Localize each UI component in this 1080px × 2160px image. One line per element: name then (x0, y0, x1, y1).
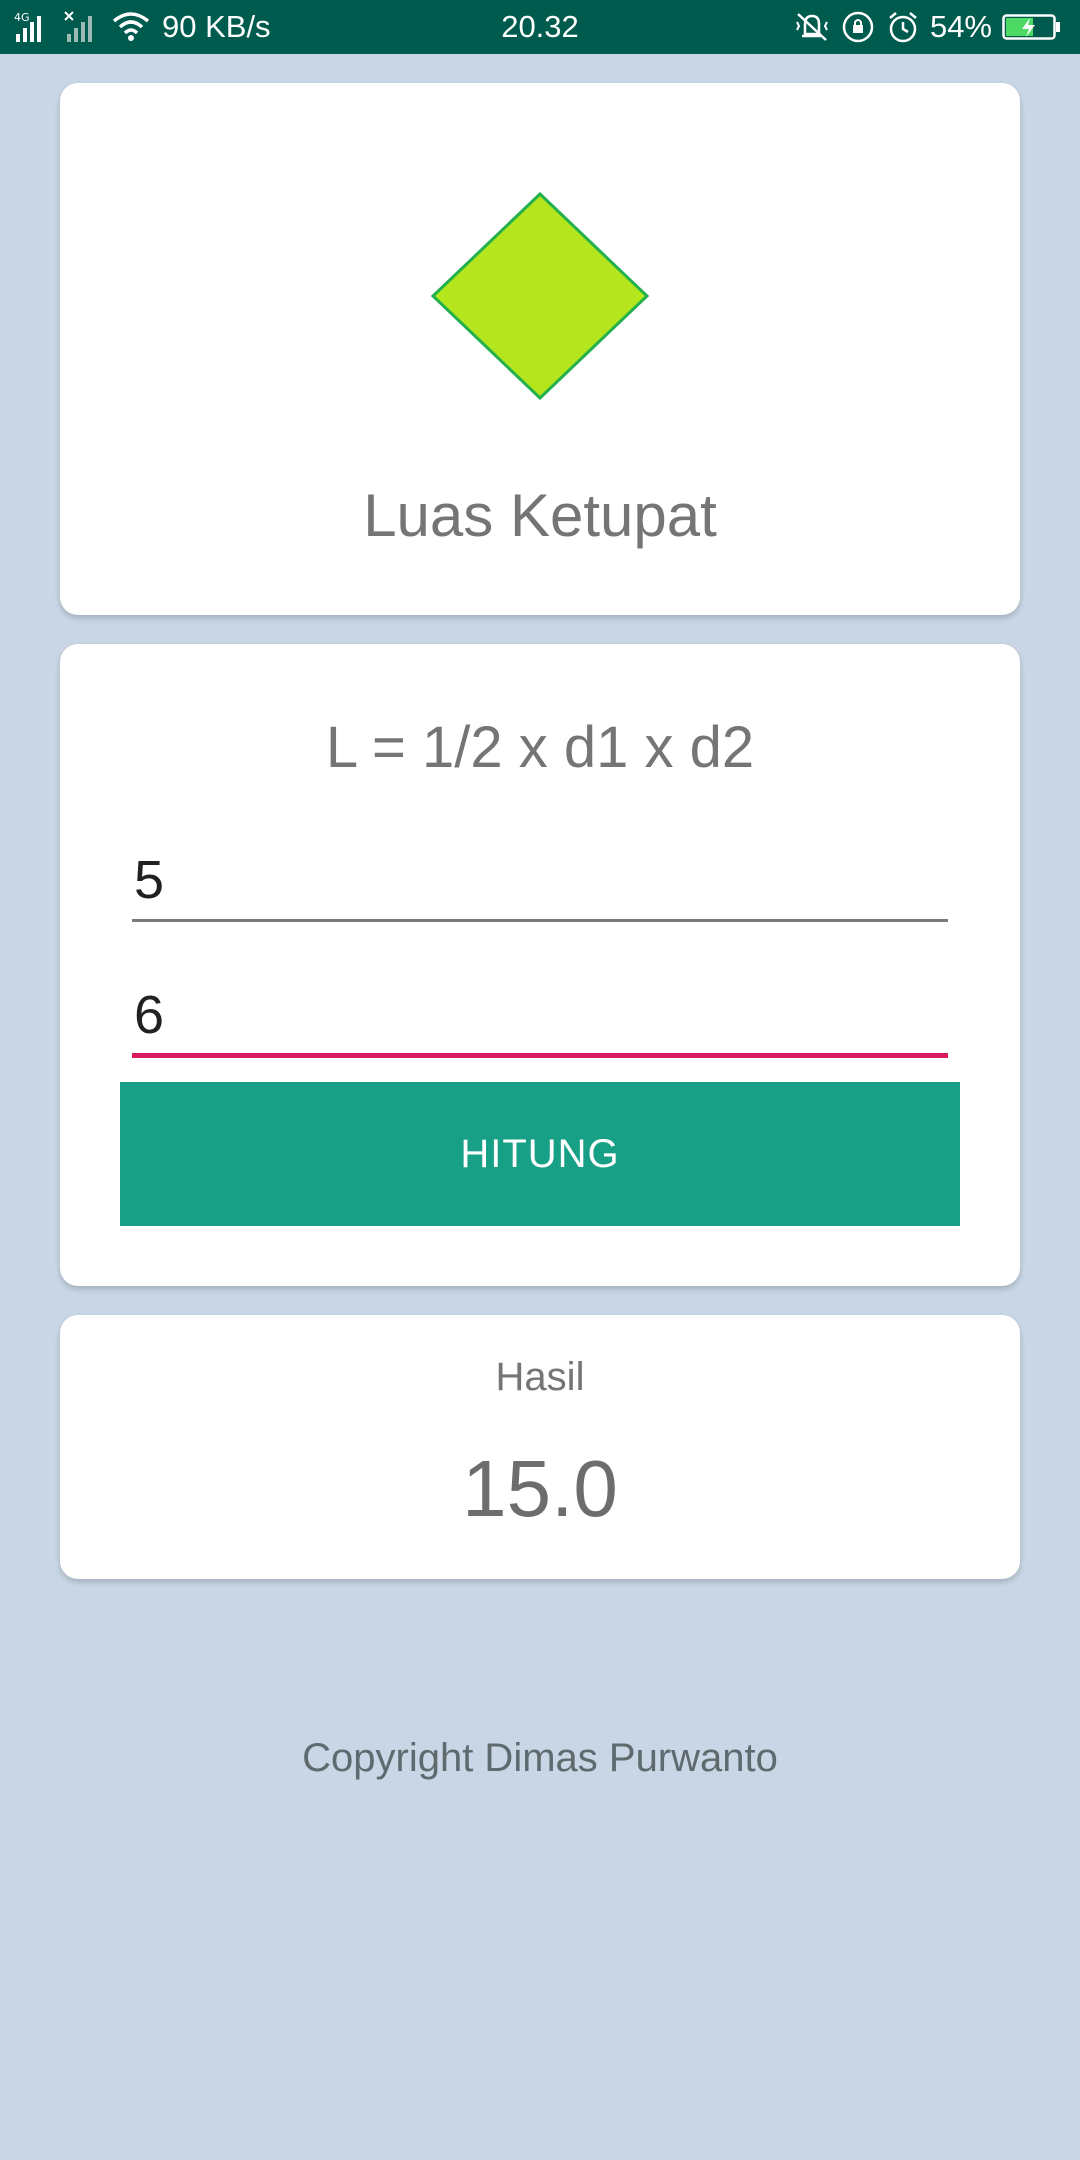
status-bar-left: 4G 90 KB/s (14, 0, 271, 54)
alarm-icon (886, 10, 920, 44)
result-card: Hasil 15.0 (60, 1315, 1020, 1579)
vibrate-icon (794, 10, 830, 44)
status-bar: 4G 90 KB/s 20.32 54% (0, 0, 1080, 54)
d2-input[interactable] (132, 976, 948, 1053)
d1-input[interactable] (132, 840, 948, 919)
d1-field (132, 840, 948, 922)
d2-field (132, 976, 948, 1058)
wifi-icon (112, 11, 150, 43)
result-value: 15.0 (462, 1444, 618, 1533)
copyright-text: Copyright Dimas Purwanto (302, 1736, 778, 1780)
network-speed: 90 KB/s (162, 9, 271, 44)
status-bar-right: 54% (794, 0, 1062, 54)
battery-percent: 54% (929, 9, 992, 44)
header-card: Luas Ketupat (60, 83, 1020, 615)
formula-text: L = 1/2 x d1 x d2 (325, 715, 755, 780)
page-title: Luas Ketupat (363, 482, 717, 549)
no-signal-icon (64, 10, 104, 44)
rhombus-icon (430, 191, 650, 401)
battery-charging-icon (1002, 12, 1062, 42)
rotation-lock-icon (840, 10, 876, 44)
hitung-button[interactable]: HITUNG (120, 1082, 960, 1226)
svg-text:4G: 4G (14, 11, 30, 24)
form-card: L = 1/2 x d1 x d2 HITUNG (60, 644, 1020, 1286)
result-label: Hasil (495, 1355, 585, 1399)
signal-icon: 4G (14, 10, 56, 44)
clock: 20.32 (501, 9, 579, 44)
shape-container (60, 191, 1020, 401)
